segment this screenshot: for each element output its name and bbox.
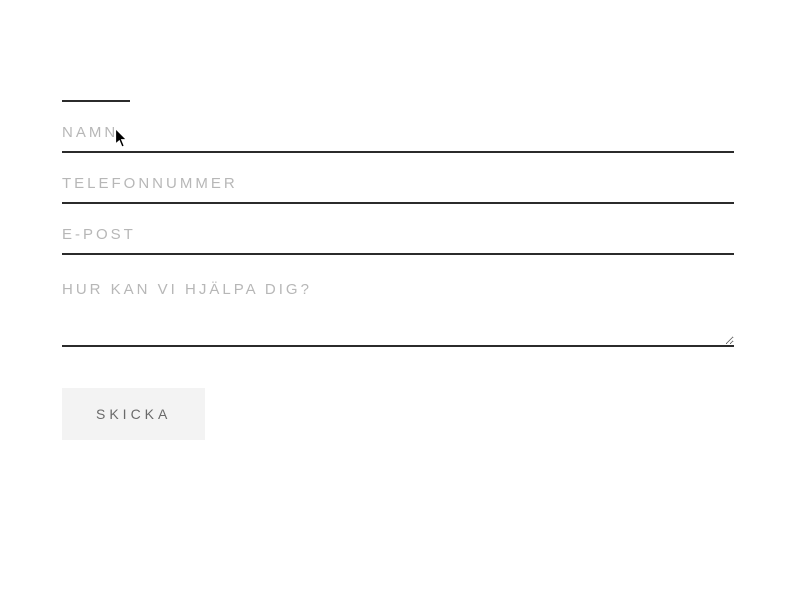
name-input[interactable] xyxy=(62,102,734,153)
phone-input[interactable] xyxy=(62,153,734,204)
submit-button[interactable]: SKICKA xyxy=(62,388,205,440)
email-input[interactable] xyxy=(62,204,734,255)
message-textarea[interactable] xyxy=(62,255,734,347)
contact-form: SKICKA xyxy=(62,100,734,440)
